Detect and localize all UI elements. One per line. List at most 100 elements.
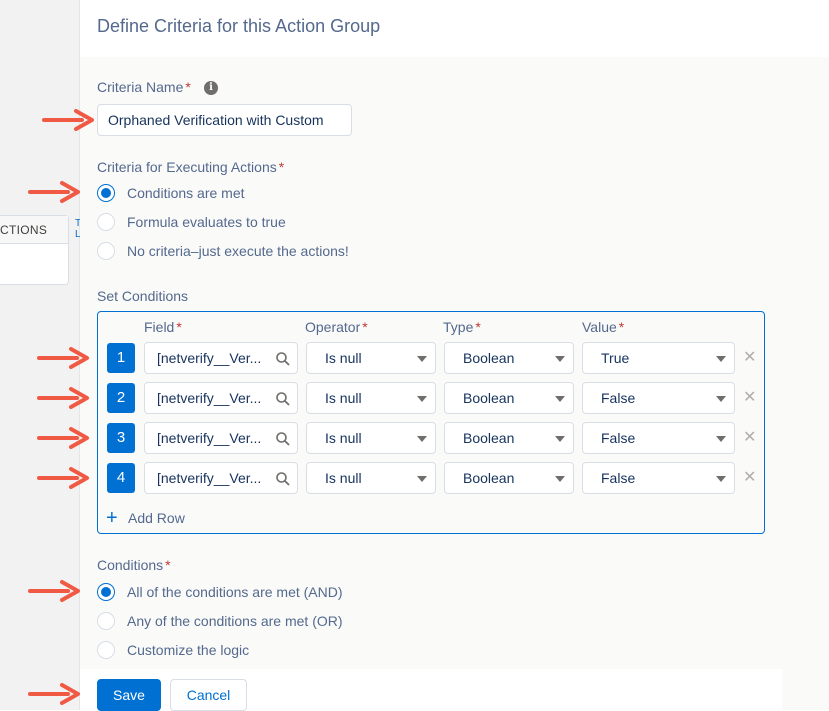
annotation-arrow-icon (37, 427, 89, 449)
column-header-type: Type * (443, 319, 481, 335)
operator-select[interactable]: Is null (306, 422, 436, 454)
column-header-text: Field (144, 319, 175, 335)
chevron-down-icon (555, 356, 565, 362)
field-lookup-input[interactable]: [netverify__Ver... (144, 422, 298, 454)
chevron-down-icon (555, 476, 565, 482)
executing-label-text: Criteria for Executing Actions (97, 159, 277, 175)
search-icon[interactable] (275, 391, 291, 407)
panel-title: Define Criteria for this Action Group (97, 16, 381, 36)
field-value: [netverify__Ver... (157, 430, 262, 446)
field-lookup-input[interactable]: [netverify__Ver... (144, 342, 298, 374)
required-marker: * (165, 557, 171, 573)
field-value: [netverify__Ver... (157, 350, 262, 366)
value-select[interactable]: False (582, 462, 735, 494)
select-value: Boolean (463, 430, 515, 446)
delete-row-icon[interactable]: ✕ (743, 430, 756, 446)
operator-select[interactable]: Is null (306, 382, 436, 414)
chevron-down-icon (555, 396, 565, 402)
radio-all-conditions[interactable]: All of the conditions are met (AND) (97, 582, 343, 602)
background-card: CTIONS (0, 215, 69, 285)
executing-label: Criteria for Executing Actions * (97, 159, 284, 175)
conditions-label-text: Conditions (97, 557, 164, 573)
type-select[interactable]: Boolean (444, 462, 574, 494)
criteria-name-input[interactable]: Orphaned Verification with Custom (97, 104, 352, 136)
add-row-button[interactable]: + Add Row (106, 507, 185, 529)
field-lookup-input[interactable]: [netverify__Ver... (144, 462, 298, 494)
annotation-arrow-icon (28, 181, 80, 203)
select-value: True (601, 350, 630, 366)
annotation-arrow-icon (37, 387, 89, 409)
radio-no-criteria[interactable]: No criteria–just execute the actions! (97, 241, 349, 261)
field-lookup-input[interactable]: [netverify__Ver... (144, 382, 298, 414)
search-icon[interactable] (275, 471, 291, 487)
radio-label: All of the conditions are met (AND) (127, 584, 343, 600)
delete-row-icon[interactable]: ✕ (743, 470, 756, 486)
select-value: Is null (325, 350, 362, 366)
background-column-header: CTIONS (0, 216, 68, 244)
column-header-operator: Operator * (305, 319, 368, 335)
row-number-badge: 3 (107, 423, 135, 453)
type-select[interactable]: Boolean (444, 382, 574, 414)
radio-customize-logic[interactable]: Customize the logic (97, 640, 249, 660)
radio-button[interactable] (97, 242, 115, 260)
type-select[interactable]: Boolean (444, 342, 574, 374)
value-select[interactable]: False (582, 382, 735, 414)
required-marker: * (185, 79, 191, 95)
radio-any-condition[interactable]: Any of the conditions are met (OR) (97, 611, 343, 631)
column-header-text: Value (582, 319, 617, 335)
radio-label: Formula evaluates to true (127, 214, 286, 230)
required-marker: * (176, 319, 182, 335)
radio-formula[interactable]: Formula evaluates to true (97, 212, 286, 232)
criteria-name-label-text: Criteria Name (97, 79, 184, 95)
column-header-value: Value * (582, 319, 624, 335)
annotation-arrow-icon (28, 683, 80, 705)
operator-select[interactable]: Is null (306, 462, 436, 494)
chevron-down-icon (555, 436, 565, 442)
info-icon[interactable]: i (204, 81, 218, 95)
radio-button[interactable] (97, 213, 115, 231)
chevron-down-icon (417, 356, 427, 362)
select-value: Is null (325, 390, 362, 406)
value-select[interactable]: True (582, 342, 735, 374)
delete-row-icon[interactable]: ✕ (743, 390, 756, 406)
set-conditions-label: Set Conditions (97, 288, 189, 304)
search-icon[interactable] (275, 431, 291, 447)
annotation-arrow-icon (37, 347, 89, 369)
chevron-down-icon (716, 436, 726, 442)
column-header-text: Type (443, 319, 474, 335)
row-number-badge: 2 (107, 383, 135, 413)
radio-button-selected[interactable] (97, 583, 115, 601)
radio-button[interactable] (97, 641, 115, 659)
chevron-down-icon (716, 396, 726, 402)
select-value: False (601, 390, 636, 406)
chevron-down-icon (417, 396, 427, 402)
value-select[interactable]: False (582, 422, 735, 454)
save-button[interactable]: Save (97, 679, 161, 711)
radio-label: No criteria–just execute the actions! (127, 243, 349, 259)
radio-button[interactable] (97, 612, 115, 630)
plus-icon: + (106, 507, 118, 529)
radio-button-selected[interactable] (97, 184, 115, 202)
field-value: [netverify__Ver... (157, 470, 262, 486)
annotation-arrow-icon (42, 109, 94, 131)
chevron-down-icon (716, 356, 726, 362)
select-value: Boolean (463, 470, 515, 486)
cancel-button[interactable]: Cancel (170, 679, 247, 711)
criteria-name-label: Criteria Name * (97, 79, 191, 95)
search-icon[interactable] (275, 351, 291, 367)
add-row-label: Add Row (128, 510, 185, 526)
radio-label: Any of the conditions are met (OR) (127, 613, 343, 629)
required-marker: * (618, 319, 625, 335)
select-value: Is null (325, 470, 362, 486)
select-value: False (601, 470, 636, 486)
chevron-down-icon (417, 476, 427, 482)
select-value: Boolean (463, 390, 515, 406)
row-number-badge: 4 (107, 463, 135, 493)
delete-row-icon[interactable]: ✕ (743, 350, 756, 366)
select-value: Boolean (463, 350, 515, 366)
column-header-text: Operator (305, 319, 361, 335)
operator-select[interactable]: Is null (306, 342, 436, 374)
radio-conditions-met[interactable]: Conditions are met (97, 183, 245, 203)
type-select[interactable]: Boolean (444, 422, 574, 454)
required-marker: * (278, 159, 285, 175)
